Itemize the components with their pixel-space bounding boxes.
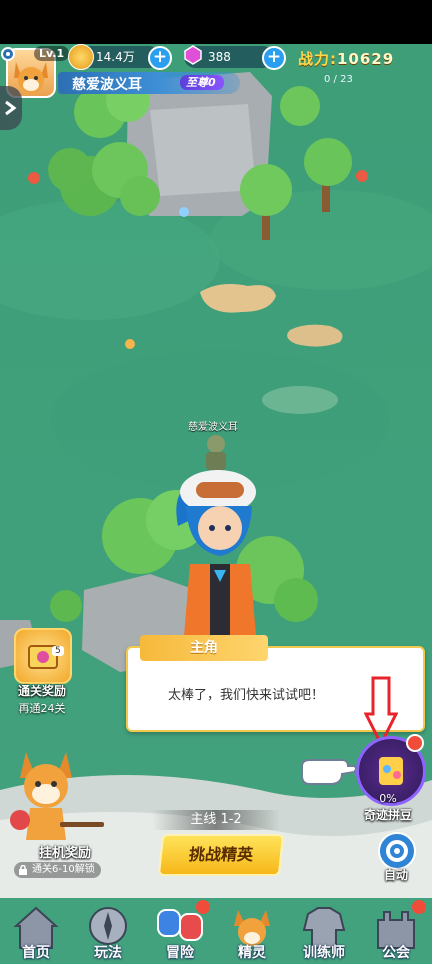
coin-icon	[68, 44, 94, 70]
combat-power-label: 战力:	[298, 50, 337, 68]
idle-reward-lock-text: 通关6-10解锁	[32, 864, 95, 875]
settings-gear-icon[interactable]	[0, 46, 16, 62]
tab-gameplay-label: 玩法	[94, 945, 122, 961]
lock-icon	[18, 864, 28, 875]
top-black-bar	[0, 0, 432, 44]
auto-label: 自动	[383, 868, 408, 882]
vip-badge[interactable]: 至尊0	[180, 75, 224, 90]
add-gems-button[interactable]: +	[262, 46, 286, 70]
idle-reward-label: 挂机奖励	[38, 846, 91, 861]
tab-spirits[interactable]: 精灵	[216, 900, 288, 964]
bottom-nav: 首页 玩法 冒险 精灵 训练师 公会	[0, 898, 432, 964]
add-coins-button[interactable]: +	[148, 46, 172, 70]
coins-value: 14.4万	[96, 50, 135, 64]
pointing-hand-icon	[301, 759, 357, 785]
tab-spirits-label: 精灵	[238, 945, 266, 961]
player-nameplate: 慈爱波义耳 至尊0	[58, 72, 240, 94]
wonder-label: 奇迹拼豆	[363, 808, 412, 822]
tab-guild-label: 公会	[382, 945, 410, 961]
arrow-icon	[5, 100, 17, 116]
tab-adventure-label: 冒险	[166, 945, 194, 961]
tab-adventure[interactable]: 冒险	[144, 900, 216, 964]
progress-counter: 0 / 23	[324, 74, 353, 85]
gems-value: 388	[208, 50, 231, 64]
dialog-text: 太棒了，我们快来试试吧！	[168, 688, 325, 703]
companion-name: 慈爱波义耳	[188, 422, 238, 433]
tab-trainer[interactable]: 训练师	[288, 900, 360, 964]
tab-home[interactable]: 首页	[0, 900, 72, 964]
player-name: 慈爱波义耳	[72, 77, 142, 93]
clear-reward-label: 通关奖励	[17, 684, 66, 698]
player-level: Lv.1	[34, 46, 70, 61]
gear-icon	[378, 832, 416, 870]
clear-reward-button[interactable]: 5 通关奖励 再通24关	[4, 628, 80, 716]
top-hud: Lv.1 慈爱波义耳 至尊0 14.4万 + 388 + 战力:10629 0 …	[0, 44, 432, 98]
tab-trainer-label: 训练师	[303, 945, 345, 961]
auto-button[interactable]: 自动	[372, 832, 420, 884]
alert-dot-icon	[406, 734, 424, 752]
idle-reward-lock: 通关6-10解锁	[14, 862, 101, 878]
alert-dot-icon	[196, 900, 210, 914]
side-drawer-tab[interactable]	[0, 86, 22, 130]
wonder-percent: 0%	[379, 792, 397, 805]
reward-box-icon	[14, 628, 72, 684]
alert-dot-icon	[412, 900, 426, 914]
gem-icon	[182, 45, 204, 65]
combat-power: 战力:10629	[298, 48, 394, 69]
dialog-speaker: 主角	[140, 635, 268, 661]
hero-character[interactable]	[160, 466, 270, 656]
fox-mascot-icon[interactable]	[0, 728, 110, 846]
idle-reward-button[interactable]: 挂机奖励 通关6-10解锁	[10, 840, 120, 880]
main-quest-label: 主线 1-2	[152, 810, 280, 830]
combat-power-value: 10629	[337, 50, 395, 68]
gems-pill: 388	[182, 45, 274, 68]
tab-gameplay[interactable]: 玩法	[72, 900, 144, 964]
coins-pill: 14.4万	[68, 44, 160, 70]
tab-guild[interactable]: 公会	[360, 900, 432, 964]
reward-count-badge: 5	[52, 646, 64, 656]
clear-reward-sublabel: 再通24关	[18, 702, 66, 715]
challenge-elite-button[interactable]: 挑战精英	[157, 834, 285, 876]
wonder-pindou-button[interactable]: 0% 奇迹拼豆	[350, 732, 426, 824]
tab-home-label: 首页	[22, 945, 50, 961]
